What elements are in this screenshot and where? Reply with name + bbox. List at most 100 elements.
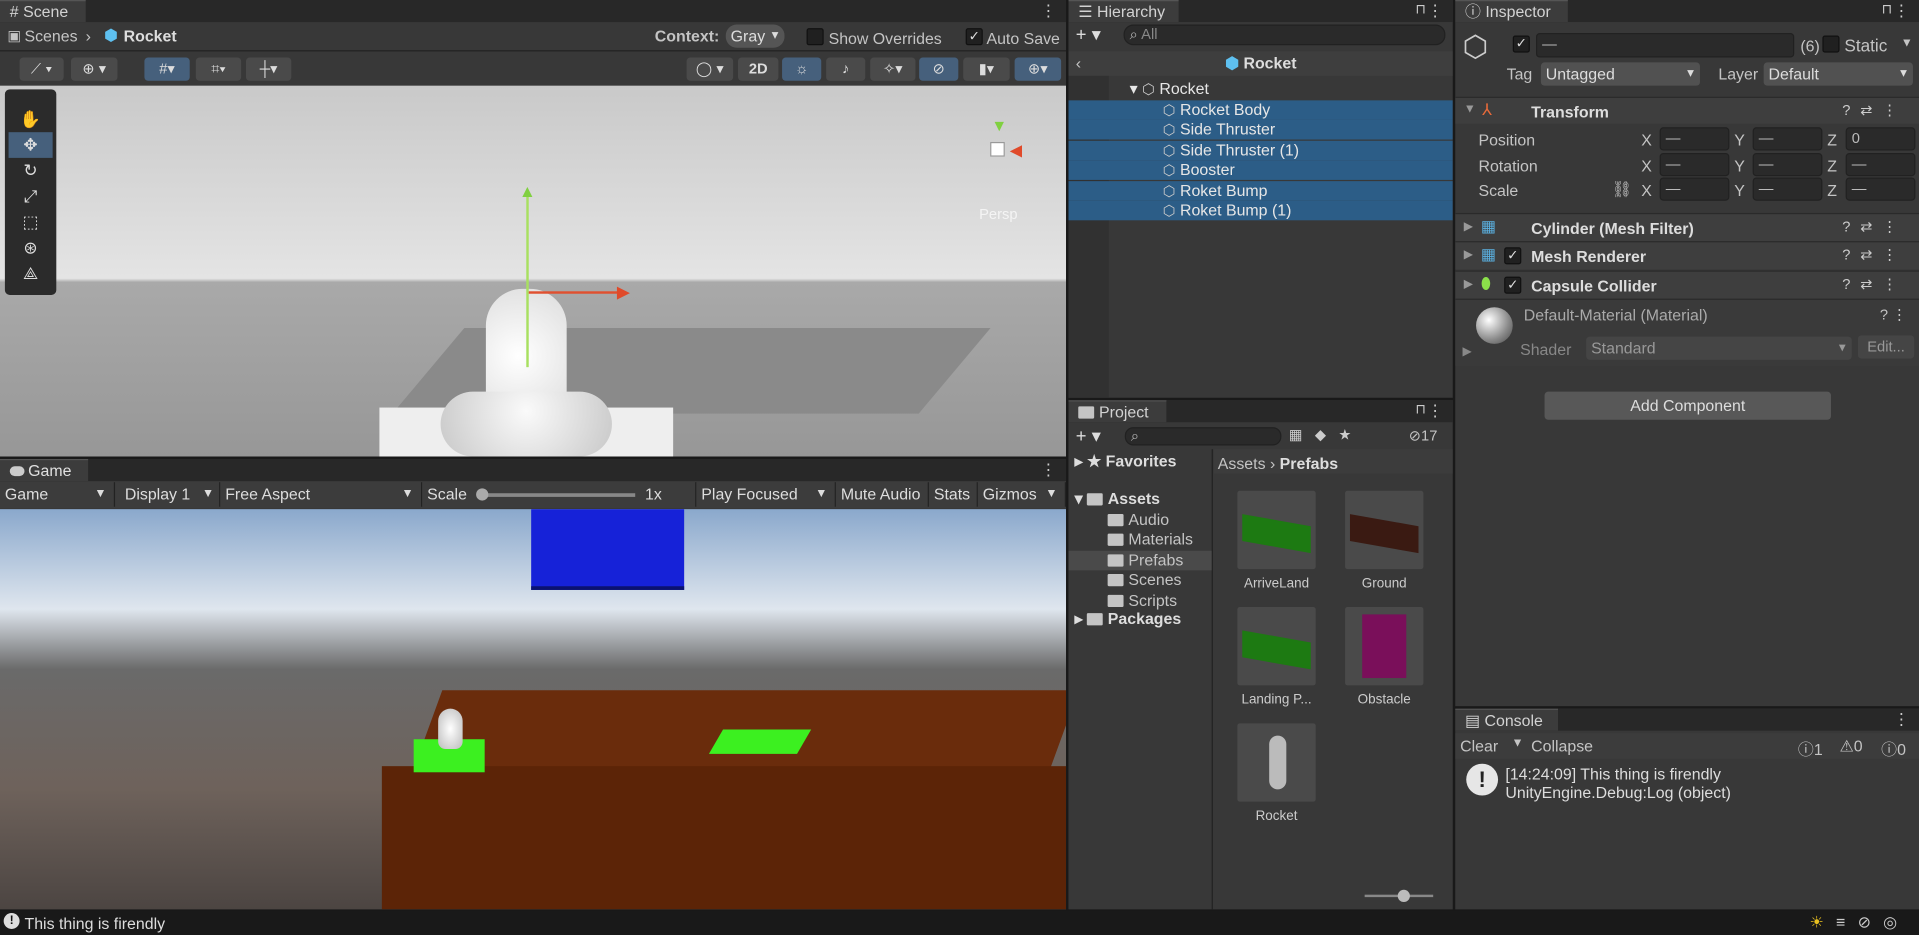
- hierarchy-item[interactable]: ⬡ Roket Bump: [1068, 180, 1453, 201]
- game-menu-icon[interactable]: ⋮: [1040, 460, 1056, 480]
- hierarchy-item[interactable]: ⬡ Roket Bump (1): [1068, 200, 1453, 221]
- scale-tool-icon[interactable]: ⤢: [5, 184, 56, 210]
- component-enabled-checkbox[interactable]: ✓: [1504, 247, 1522, 265]
- component-header[interactable]: ▶ ⬮ ✓ Capsule Collider ?⇄⋮: [1455, 269, 1919, 299]
- collapse-button[interactable]: Collapse: [1531, 737, 1593, 755]
- transform-header[interactable]: ▼ ⅄ Transform ?⇄⋮: [1455, 96, 1919, 124]
- tab-inspector[interactable]: ⓘ Inspector: [1455, 0, 1568, 23]
- transform-x-input[interactable]: —: [1659, 127, 1730, 151]
- lock-icon[interactable]: ⊓: [1882, 1, 1893, 17]
- hierarchy-add-button[interactable]: + ▾: [1076, 23, 1101, 45]
- error-filter-toggle[interactable]: ⓘ0: [1881, 737, 1906, 760]
- context-dropdown[interactable]: Gray: [725, 24, 785, 48]
- hidden-packages-toggle[interactable]: ⊘17: [1409, 427, 1438, 444]
- tab-game[interactable]: Game: [0, 458, 89, 481]
- grid-visibility-button[interactable]: ┼▾: [246, 57, 292, 81]
- mute-audio-button[interactable]: Mute Audio: [835, 482, 929, 507]
- asset-item[interactable]: ArriveLand: [1228, 490, 1326, 591]
- audio-toggle-icon[interactable]: ♪: [826, 57, 866, 81]
- console-entry[interactable]: ! [14:24:09] This thing is firendly Unit…: [1455, 760, 1919, 809]
- active-checkbox[interactable]: ✓: [1512, 35, 1530, 53]
- hierarchy-item[interactable]: ⬡ Rocket Body: [1068, 100, 1453, 120]
- progress-icon[interactable]: ◎: [1883, 913, 1909, 931]
- transform-y-input[interactable]: —: [1752, 177, 1823, 201]
- transform-z-input[interactable]: —: [1845, 177, 1916, 201]
- lock-icon[interactable]: ⊓: [1415, 1, 1426, 17]
- effects-button[interactable]: ✧▾: [870, 57, 916, 81]
- shader-dropdown[interactable]: Standard: [1586, 336, 1852, 360]
- tree-assets[interactable]: ▾ Assets: [1075, 490, 1160, 510]
- hierarchy-item[interactable]: ⬡ Side Thruster (1): [1068, 140, 1453, 161]
- breadcrumb-rocket[interactable]: Rocket: [124, 27, 177, 45]
- transform-x-input[interactable]: —: [1659, 152, 1730, 176]
- breadcrumb-prefabs[interactable]: Prefabs: [1280, 454, 1338, 472]
- rotate-tool-icon[interactable]: ↻: [5, 158, 56, 184]
- 2d-toggle-button[interactable]: 2D: [738, 57, 779, 81]
- persp-label[interactable]: Persp: [979, 206, 1017, 223]
- transform-z-input[interactable]: —: [1845, 152, 1916, 176]
- static-dropdown-icon[interactable]: ▼: [1901, 37, 1913, 50]
- bake-icon[interactable]: ☀: [1810, 913, 1837, 931]
- scene-viewport[interactable]: ▲ ▶ ✋ ✥ ↻ ⤢ ⬚ ⊛ ⟁ ▼ ◀ Persp: [0, 85, 1067, 457]
- tab-console[interactable]: ▤ Console: [1455, 708, 1559, 731]
- play-mode-dropdown[interactable]: Play Focused ▼: [696, 482, 836, 507]
- favorite-icon[interactable]: ★: [1338, 426, 1363, 443]
- lock-icon[interactable]: ⊓: [1415, 401, 1426, 418]
- hierarchy-item[interactable]: ⬡ Side Thruster: [1068, 120, 1453, 141]
- tag-dropdown[interactable]: Untagged: [1540, 62, 1700, 86]
- hand-tool-icon[interactable]: ✋: [5, 106, 56, 132]
- console-menu-icon[interactable]: ⋮: [1893, 710, 1909, 730]
- component-actions-icons[interactable]: ?⇄⋮: [1842, 218, 1907, 235]
- tree-packages[interactable]: ▸ Packages: [1075, 610, 1182, 630]
- transform-y-input[interactable]: —: [1752, 127, 1823, 151]
- component-actions-icons[interactable]: ?⇄⋮: [1842, 246, 1907, 263]
- component-enabled-checkbox[interactable]: ✓: [1504, 276, 1522, 294]
- tree-folder[interactable]: Materials: [1068, 530, 1211, 550]
- gizmos-button[interactable]: Gizmos ▼: [977, 482, 1067, 507]
- project-add-button[interactable]: + ▾: [1076, 425, 1101, 447]
- tab-scene[interactable]: # Scene: [0, 0, 86, 23]
- game-viewport[interactable]: [0, 509, 1067, 910]
- game-mode-dropdown[interactable]: Game ▼: [0, 482, 116, 507]
- static-checkbox[interactable]: [1822, 35, 1840, 53]
- global-button[interactable]: ⊕ ▾: [70, 57, 118, 81]
- tree-folder[interactable]: Prefabs: [1068, 550, 1212, 571]
- asset-item[interactable]: Ground: [1335, 490, 1433, 591]
- thumbnail-size-slider[interactable]: [1364, 889, 1434, 903]
- scene-menu-icon[interactable]: ⋮: [1040, 1, 1056, 21]
- asset-item[interactable]: Landing P...: [1228, 607, 1326, 707]
- add-component-button[interactable]: Add Component: [1544, 391, 1831, 420]
- breadcrumb-assets[interactable]: Assets: [1218, 454, 1266, 472]
- tab-hierarchy[interactable]: ☰ Hierarchy: [1068, 0, 1179, 23]
- tab-project[interactable]: Project: [1068, 400, 1167, 423]
- cache-icon[interactable]: ≡: [1836, 913, 1858, 931]
- shading-mode-button[interactable]: ◯ ▾: [686, 57, 734, 81]
- scale-slider[interactable]: Scale 1x: [422, 482, 697, 507]
- scale-slider-handle[interactable]: [476, 488, 489, 501]
- clear-button[interactable]: Clear: [1460, 737, 1498, 755]
- clear-options-icon[interactable]: ▼: [1512, 737, 1524, 750]
- component-header[interactable]: ▶ ▦ ✓ Mesh Renderer ?⇄⋮: [1455, 241, 1919, 270]
- transform-z-input[interactable]: 0: [1845, 127, 1916, 151]
- material-foldout-icon[interactable]: ▶: [1463, 345, 1472, 358]
- asset-item[interactable]: Obstacle: [1335, 607, 1433, 707]
- lighting-toggle-icon[interactable]: ☼: [782, 57, 822, 81]
- grid-snap-button[interactable]: #▾: [144, 57, 190, 81]
- shader-edit-button[interactable]: Edit...: [1857, 335, 1915, 359]
- camera-button[interactable]: ▮▾: [963, 57, 1010, 81]
- transform-y-input[interactable]: —: [1752, 152, 1823, 176]
- transform-tool-icon[interactable]: ⊛: [5, 235, 56, 261]
- hierarchy-search-input[interactable]: ⌕ All: [1123, 24, 1446, 46]
- tree-favorites[interactable]: ▸ ★ Favorites: [1075, 452, 1177, 472]
- hierarchy-menu-icon[interactable]: ⋮: [1427, 1, 1443, 21]
- search-by-type-icon[interactable]: ▦: [1289, 426, 1315, 443]
- breadcrumb-scenes[interactable]: Scenes: [24, 27, 77, 45]
- status-message[interactable]: This thing is firendly: [24, 914, 165, 932]
- hierarchy-item[interactable]: ⬡ Booster: [1068, 160, 1453, 181]
- log-filter-toggle[interactable]: ⓘ1: [1798, 737, 1823, 760]
- show-overrides-checkbox[interactable]: [806, 28, 824, 46]
- display-dropdown[interactable]: Display 1 ▼: [119, 482, 221, 507]
- asset-item[interactable]: Rocket: [1228, 723, 1326, 824]
- tree-folder[interactable]: Scripts: [1068, 591, 1211, 611]
- visibility-toggle-icon[interactable]: ⊘: [919, 57, 959, 81]
